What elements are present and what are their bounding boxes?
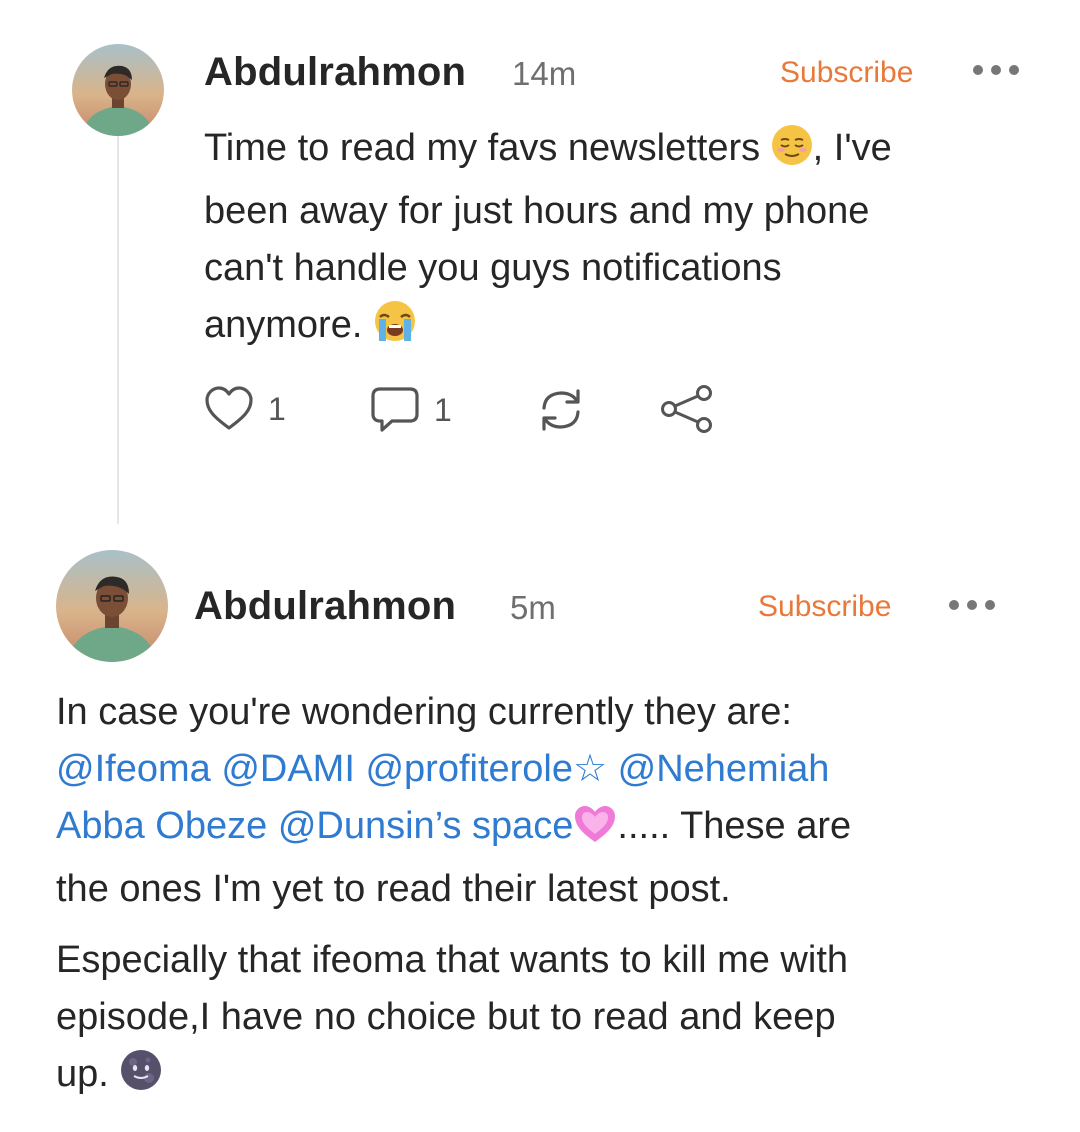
new-moon-face-emoji-icon [119,1048,163,1109]
body-line: been away for just hours and my phone [204,190,870,232]
body-line: can't handle you guys notifications [204,247,782,289]
body-line: Time to read my favs newsletters [204,127,761,169]
avatar[interactable] [56,550,168,662]
comment-icon [371,387,419,432]
mention-link[interactable]: @Ifeoma [56,748,211,790]
body-line: episode,I have no choice but to read and… [56,996,836,1038]
author-name[interactable]: Abdulrahmon [204,50,466,95]
more-icon[interactable] [972,62,1020,83]
body-line: Especially that ifeoma that wants to kil… [56,939,849,981]
heart-icon [205,386,253,430]
share-icon [661,385,712,433]
post-body: In case you're wondering currently they … [56,684,1066,1109]
relieved-face-emoji-icon [771,124,813,183]
post-body: Time to read my favs newsletters , I've … [204,120,1064,360]
subscribe-button[interactable]: Subscribe [780,56,913,90]
author-name[interactable]: Abdulrahmon [194,584,456,629]
body-line: In case you're wondering currently they … [56,691,792,733]
mention-link[interactable]: @profiterole☆ [365,748,607,790]
comment-count: 1 [434,391,452,428]
mention-link[interactable]: @Dunsin’s space [278,805,574,847]
comment-button[interactable]: 1 [370,386,452,434]
thread-line [117,132,119,524]
body-line: up. [56,1053,109,1095]
growing-heart-emoji-icon [573,804,617,861]
body-line: the ones I'm yet to read their latest po… [56,868,731,910]
body-line: anymore. [204,304,363,346]
body-text-fragment: ..... These are [617,805,852,847]
post-time: 14m [512,55,577,92]
like-count: 1 [268,390,286,427]
share-button[interactable] [660,384,714,434]
post-time: 5m [510,589,556,626]
more-icon[interactable] [948,597,996,618]
mention-link[interactable]: @Nehemiah [618,748,830,790]
subscribe-button[interactable]: Subscribe [758,590,891,624]
like-button[interactable]: 1 [204,386,286,432]
mention-link[interactable]: @DAMI [221,748,355,790]
restack-icon [542,389,580,431]
mention-link[interactable]: Abba Obeze [56,805,267,847]
restack-button[interactable] [536,386,586,434]
loudly-crying-face-emoji-icon [373,299,417,360]
avatar[interactable] [72,44,164,136]
body-line: , I've [812,127,892,169]
